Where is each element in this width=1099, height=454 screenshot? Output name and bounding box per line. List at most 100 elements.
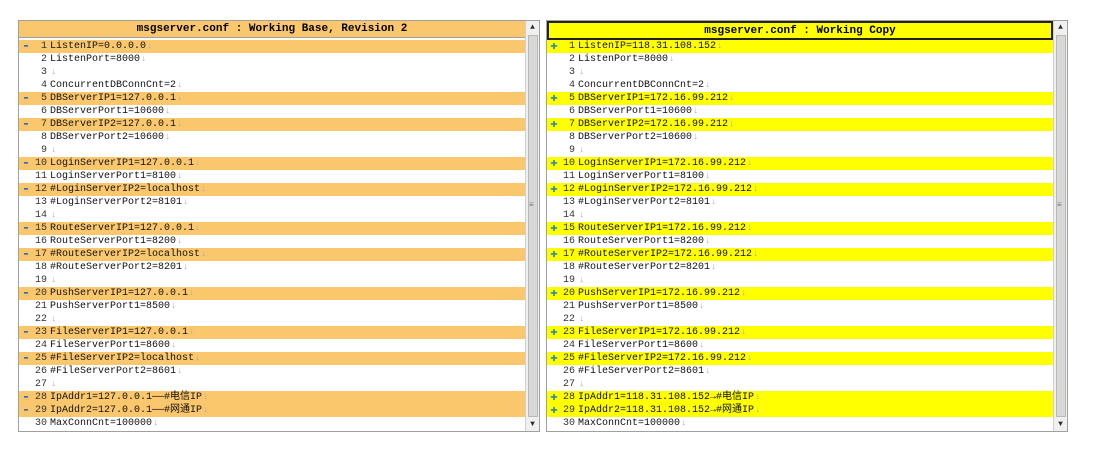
- diff-line[interactable]: 24 FileServerPort1=8600↓: [19, 339, 525, 352]
- diff-line[interactable]: 4 ConcurrentDBConnCnt=2↓: [547, 79, 1053, 92]
- line-content: PushServerIP1=127.0.0.1: [50, 288, 189, 299]
- diff-line[interactable]: ▬ 1 ListenIP=0.0.0.0↓: [19, 40, 525, 53]
- left-vertical-scrollbar[interactable]: ▲ ≡ ▼: [525, 21, 539, 431]
- working-copy-lines[interactable]: ✚ 1 ListenIP=118.31.108.152↓ 2 ListenPort=80…: [547, 40, 1053, 430]
- line-number: 8: [568, 132, 575, 143]
- diff-line[interactable]: 21 PushServerPort1=8500↓: [547, 300, 1053, 313]
- line-end-icon: ↓: [579, 314, 585, 324]
- line-number: 20: [562, 288, 575, 299]
- diff-line[interactable]: 21 PushServerPort1=8500↓: [19, 300, 525, 313]
- diff-line[interactable]: ✚ 5 DBServerIP1=172.16.99.212↓: [547, 92, 1053, 105]
- scroll-up-icon[interactable]: ▲: [526, 21, 539, 34]
- diff-line[interactable]: ▬ 12 #LoginServerIP2=localhost↓: [19, 183, 525, 196]
- diff-line[interactable]: 30 MaxConnCnt=100000↓: [19, 417, 525, 430]
- diff-line[interactable]: 8 DBServerPort2=10600↓: [547, 131, 1053, 144]
- diff-line[interactable]: ✚ 29 IpAddr2=118.31.108.152→#网通IP↓: [547, 404, 1053, 417]
- line-number: 6: [40, 106, 47, 117]
- diff-line[interactable]: ✚ 23 FileServerIP1=172.16.99.212↓: [547, 326, 1053, 339]
- line-end-icon: ↓: [51, 314, 57, 324]
- scroll-thumb[interactable]: [1056, 35, 1066, 417]
- diff-line[interactable]: 26 #FileServerPort2=8601↓: [547, 365, 1053, 378]
- diff-line[interactable]: ✚ 10 LoginServerIP1=172.16.99.212↓: [547, 157, 1053, 170]
- diff-line[interactable]: 18 #RouteServerPort2=8201↓: [19, 261, 525, 274]
- diff-line[interactable]: ▬ 5 DBServerIP1=127.0.0.1↓: [19, 92, 525, 105]
- line-number: 20: [34, 288, 47, 299]
- diff-line[interactable]: 16 RouteServerPort1=8200↓: [19, 235, 525, 248]
- line-content: IpAddr2=127.0.0.1——#网通IP: [50, 405, 203, 416]
- line-number: 1: [568, 41, 575, 52]
- diff-line[interactable]: ✚ 7 DBServerIP2=172.16.99.212↓: [547, 118, 1053, 131]
- diff-line[interactable]: 3 ↓: [547, 66, 1053, 79]
- diff-line[interactable]: 14 ↓: [547, 209, 1053, 222]
- diff-line[interactable]: 6 DBServerPort1=10600↓: [547, 105, 1053, 118]
- line-end-icon: ↓: [729, 119, 735, 129]
- base-revision-pane[interactable]: msgserver.conf : Working Base, Revision …: [18, 20, 540, 432]
- diff-line[interactable]: 19 ↓: [547, 274, 1053, 287]
- diff-line[interactable]: 13 #LoginServerPort2=8101↓: [547, 196, 1053, 209]
- line-text: #FileServerIP2=172.16.99.212↓: [578, 352, 752, 365]
- line-end-icon: ↓: [51, 67, 57, 77]
- diff-line[interactable]: 3 ↓: [19, 66, 525, 79]
- line-content: ConcurrentDBConnCnt=2: [578, 80, 705, 91]
- line-end-icon: ↓: [747, 158, 753, 168]
- diff-line[interactable]: 24 FileServerPort1=8600↓: [547, 339, 1053, 352]
- line-text: #LoginServerPort2=8101↓: [578, 196, 716, 209]
- line-end-icon: ↓: [147, 41, 153, 51]
- diff-line[interactable]: ✚ 28 IpAddr1=118.31.108.152→#电信IP↓: [547, 391, 1053, 404]
- line-text: DBServerIP1=127.0.0.1↓: [50, 92, 182, 105]
- diff-line[interactable]: ▬ 23 FileServerIP1=127.0.0.1↓: [19, 326, 525, 339]
- diff-line[interactable]: ✚ 15 RouteServerIP1=172.16.99.212↓: [547, 222, 1053, 235]
- diff-line[interactable]: ✚ 17 #RouteServerIP2=172.16.99.212↓: [547, 248, 1053, 261]
- line-number: 9: [40, 145, 47, 156]
- diff-line[interactable]: 16 RouteServerPort1=8200↓: [547, 235, 1053, 248]
- diff-line[interactable]: 2 ListenPort=8000↓: [547, 53, 1053, 66]
- diff-line[interactable]: 11 LoginServerPort1=8100↓: [19, 170, 525, 183]
- scroll-down-icon[interactable]: ▼: [1054, 418, 1067, 431]
- line-number: 25: [34, 353, 47, 364]
- base-revision-lines[interactable]: ▬ 1 ListenIP=0.0.0.0↓ 2 ListenPort=8000↓ 3 ↓ 4 C…: [19, 40, 525, 430]
- diff-line[interactable]: 8 DBServerPort2=10600↓: [19, 131, 525, 144]
- diff-line[interactable]: 27 ↓: [547, 378, 1053, 391]
- diff-line[interactable]: ✚ 12 #LoginServerIP2=172.16.99.212↓: [547, 183, 1053, 196]
- diff-line[interactable]: ▬ 15 RouteServerIP1=127.0.0.1↓: [19, 222, 525, 235]
- diff-line[interactable]: 22 ↓: [19, 313, 525, 326]
- line-number: 4: [568, 80, 575, 91]
- diff-line[interactable]: 22 ↓: [547, 313, 1053, 326]
- diff-line[interactable]: ▬ 28 IpAddr1=127.0.0.1——#电信IP↓: [19, 391, 525, 404]
- diff-line[interactable]: ▬ 20 PushServerIP1=127.0.0.1↓: [19, 287, 525, 300]
- diff-line[interactable]: ▬ 25 #FileServerIP2=localhost↓: [19, 352, 525, 365]
- diff-line[interactable]: ✚ 25 #FileServerIP2=172.16.99.212↓: [547, 352, 1053, 365]
- diff-line[interactable]: 9 ↓: [547, 144, 1053, 157]
- scroll-thumb[interactable]: [528, 35, 538, 417]
- scroll-up-icon[interactable]: ▲: [1054, 21, 1067, 34]
- line-number: 10: [34, 158, 47, 169]
- line-end-icon: ↓: [51, 379, 57, 389]
- diff-line[interactable]: ▬ 7 DBServerIP2=127.0.0.1↓: [19, 118, 525, 131]
- diff-line[interactable]: 26 #FileServerPort2=8601↓: [19, 365, 525, 378]
- diff-line[interactable]: 18 #RouteServerPort2=8201↓: [547, 261, 1053, 274]
- line-text: RouteServerPort1=8200↓: [578, 235, 710, 248]
- line-number: 30: [34, 418, 47, 429]
- diff-line[interactable]: 9 ↓: [19, 144, 525, 157]
- diff-line[interactable]: 2 ListenPort=8000↓: [19, 53, 525, 66]
- line-text: ↓: [50, 274, 56, 287]
- right-vertical-scrollbar[interactable]: ▲ ≡ ▼: [1053, 21, 1067, 431]
- diff-line[interactable]: ▬ 17 #RouteServerIP2=localhost↓: [19, 248, 525, 261]
- diff-line[interactable]: 11 LoginServerPort1=8100↓: [547, 170, 1053, 183]
- scroll-down-icon[interactable]: ▼: [526, 418, 539, 431]
- diff-line[interactable]: 14 ↓: [19, 209, 525, 222]
- line-text: #LoginServerIP2=172.16.99.212↓: [578, 183, 758, 196]
- diff-line[interactable]: 6 DBServerPort1=10600↓: [19, 105, 525, 118]
- diff-line[interactable]: 13 #LoginServerPort2=8101↓: [19, 196, 525, 209]
- line-end-icon: ↓: [693, 132, 699, 142]
- diff-line[interactable]: ▬ 10 LoginServerIP1=127.0.0.1↓: [19, 157, 525, 170]
- diff-line[interactable]: 19 ↓: [19, 274, 525, 287]
- diff-line[interactable]: 27 ↓: [19, 378, 525, 391]
- line-number: 23: [34, 327, 47, 338]
- diff-line[interactable]: 4 ConcurrentDBConnCnt=2↓: [19, 79, 525, 92]
- diff-line[interactable]: ✚ 20 PushServerIP1=172.16.99.212↓: [547, 287, 1053, 300]
- diff-line[interactable]: ✚ 1 ListenIP=118.31.108.152↓: [547, 40, 1053, 53]
- diff-line[interactable]: ▬ 29 IpAddr2=127.0.0.1——#网通IP↓: [19, 404, 525, 417]
- working-copy-pane[interactable]: msgserver.conf : Working Copy ✚ 1 ListenIP…: [546, 20, 1068, 432]
- diff-line[interactable]: 30 MaxConnCnt=100000↓: [547, 417, 1053, 430]
